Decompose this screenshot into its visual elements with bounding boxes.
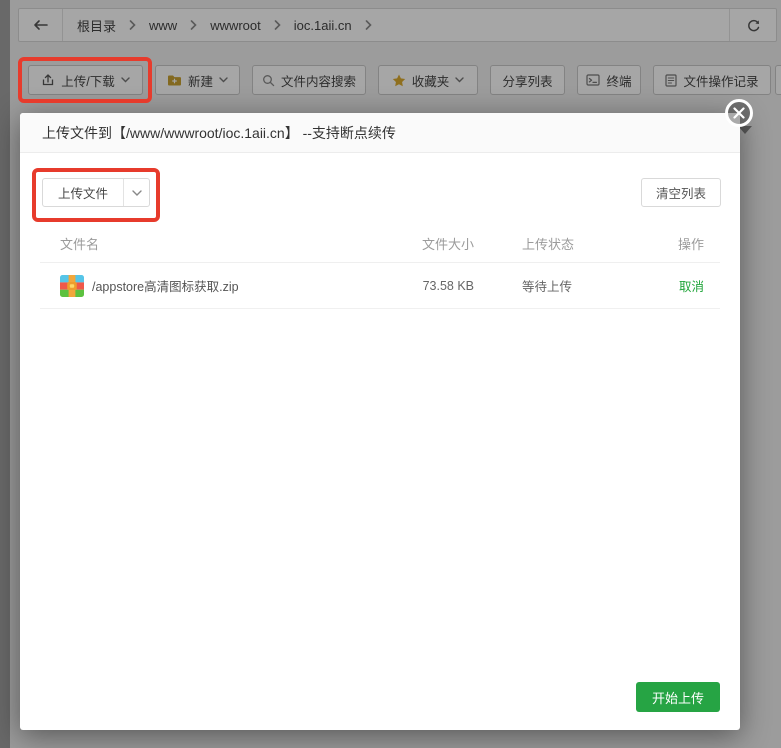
upload-queue-table: 文件名 文件大小 上传状态 操作 /appstore高清图标获取.zip 73.… (40, 225, 720, 309)
upload-modal: 上传文件到【/www/wwwroot/ioc.1aii.cn】 --支持断点续传… (20, 113, 740, 730)
upload-status: 等待上传 (522, 280, 573, 294)
file-name: /appstore高清图标获取.zip (92, 280, 239, 294)
close-icon (733, 107, 745, 119)
modal-body: 上传文件 清空列表 文件名 文件大小 上传状态 操作 /appstore高清图标… (20, 153, 740, 730)
table-row: /appstore高清图标获取.zip 73.58 KB 等待上传 取消 (40, 263, 720, 309)
upload-file-label: 上传文件 (58, 187, 109, 201)
cancel-upload-link[interactable]: 取消 (679, 280, 704, 294)
table-header-row: 文件名 文件大小 上传状态 操作 (40, 225, 720, 263)
header-action: 操作 (677, 237, 704, 252)
chevron-down-icon[interactable] (123, 179, 149, 206)
clear-list-button[interactable]: 清空列表 (640, 178, 721, 207)
header-upload-status: 上传状态 (522, 237, 575, 252)
upload-file-dropdown[interactable]: 上传文件 (42, 178, 151, 207)
file-size: 73.58 KB (422, 278, 474, 293)
file-manager-page: 根目录 www wwwroot ioc.1aii.cn 上传/下载 新建 文件内… (0, 0, 781, 748)
zip-file-icon (60, 274, 84, 297)
header-file-name: 文件名 (60, 237, 100, 252)
start-upload-button[interactable]: 开始上传 (635, 682, 720, 712)
header-file-size: 文件大小 (421, 237, 474, 252)
modal-title: 上传文件到【/www/wwwroot/ioc.1aii.cn】 --支持断点续传 (20, 113, 740, 153)
close-button[interactable] (725, 99, 753, 127)
